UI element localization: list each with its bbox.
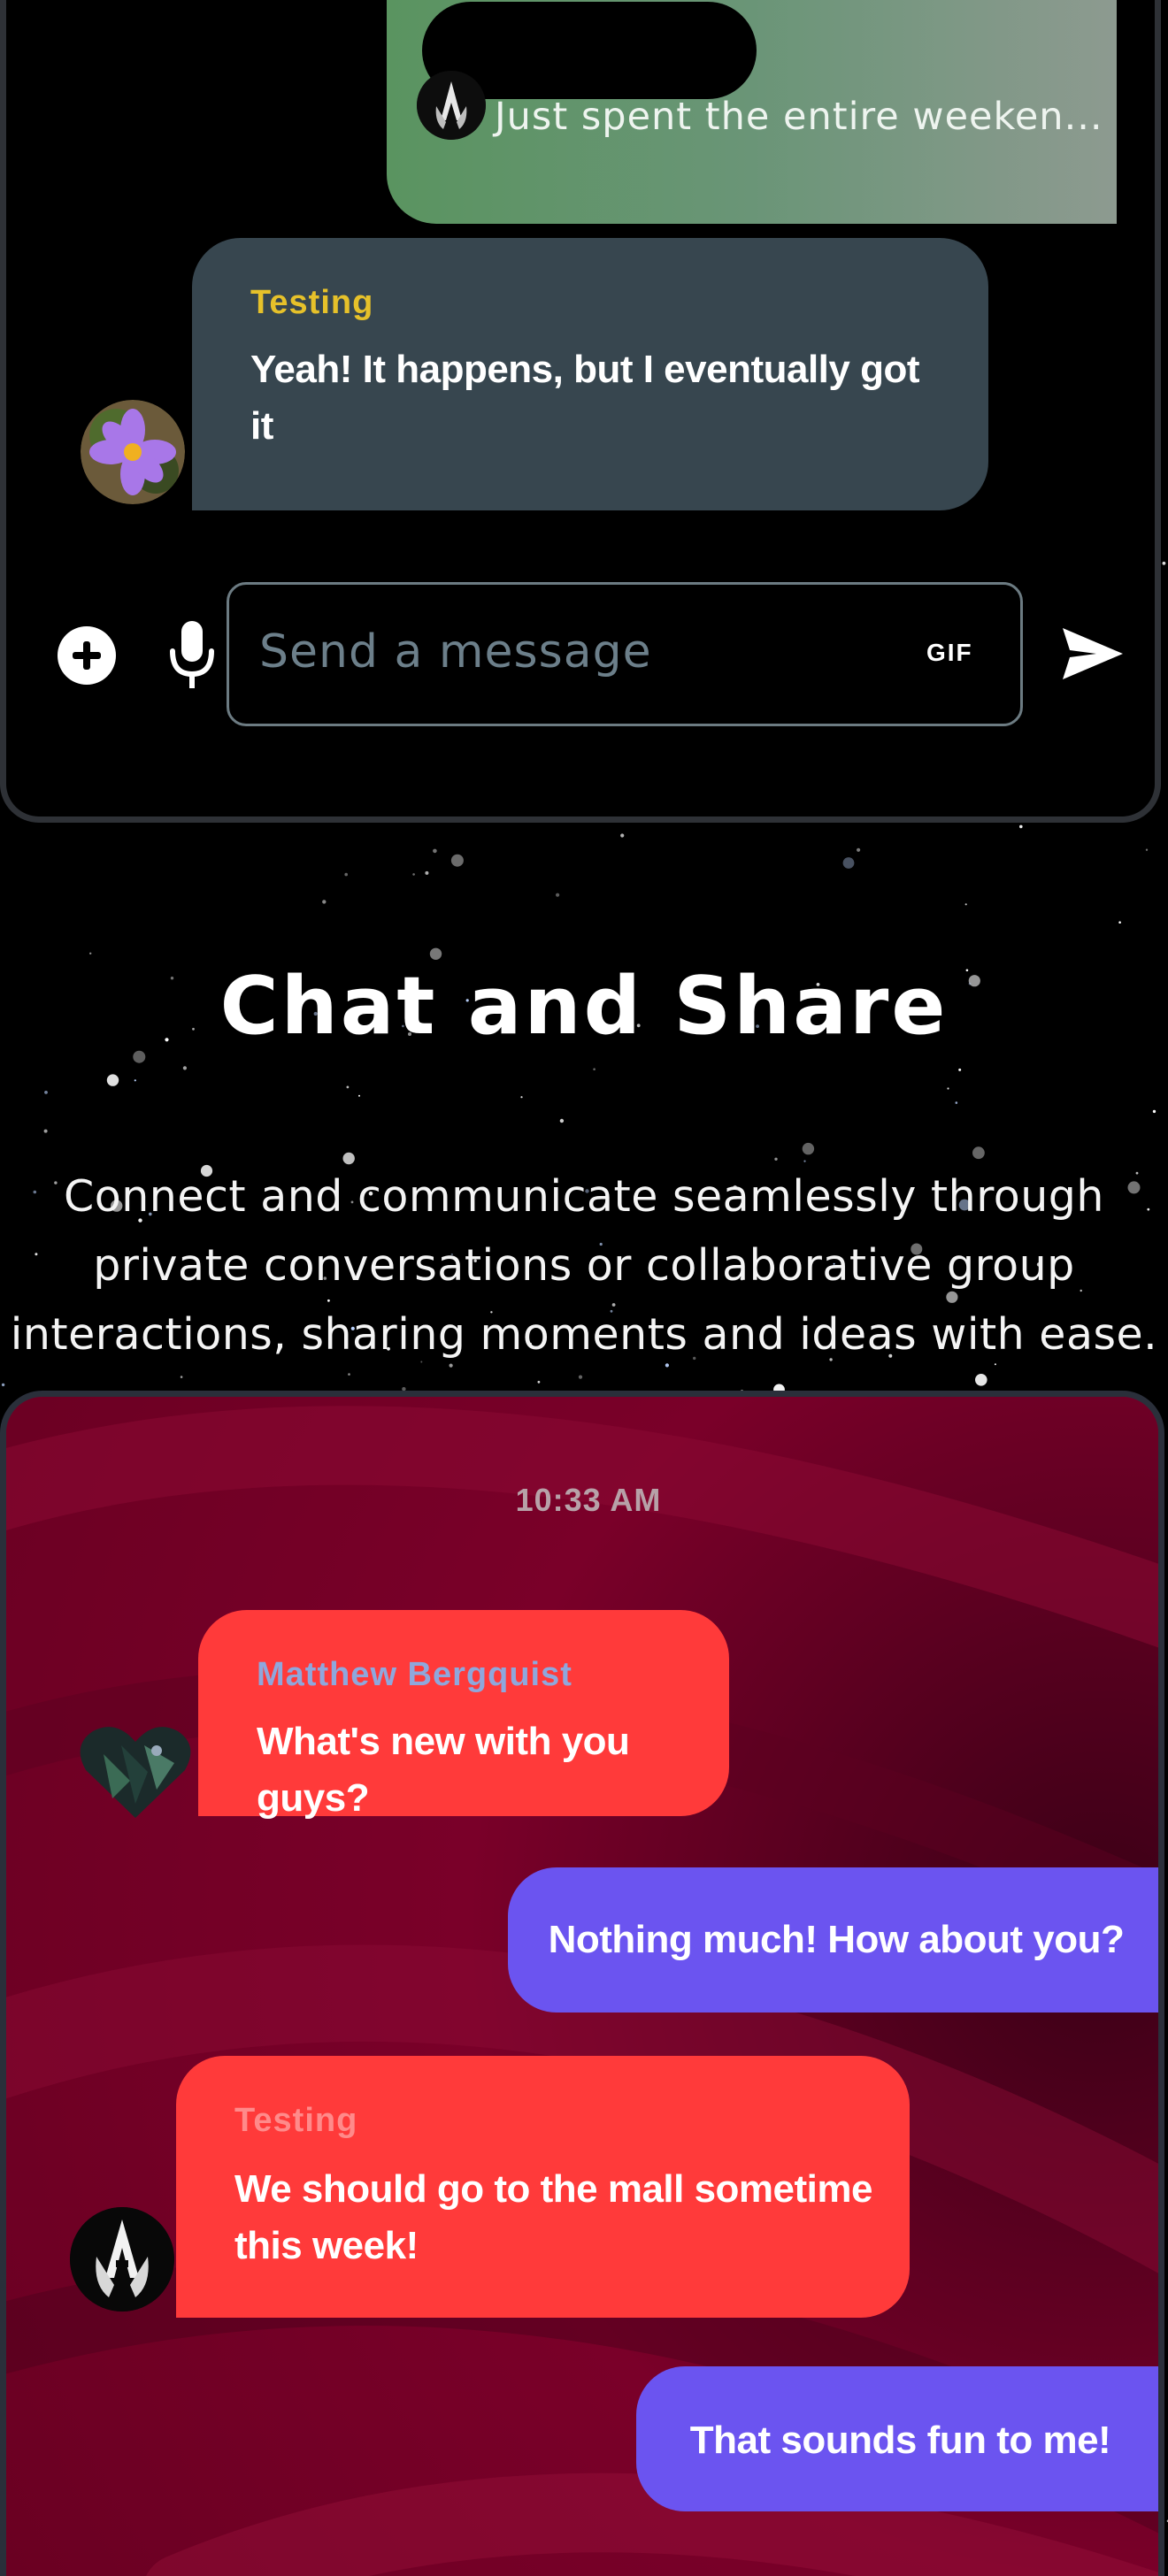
message-bubble[interactable]: Matthew Bergquist What's new with you gu… [198,1610,729,1820]
message-timestamp: 10:33 AM [515,1482,662,1518]
avatar[interactable] [70,2207,174,2312]
add-attachment-button[interactable] [56,625,118,686]
message-sender: Testing [234,2102,358,2139]
message-sender: Testing [250,284,374,321]
message-text: We should go to the mall sometime this w… [234,2167,873,2267]
send-button[interactable] [1061,625,1125,683]
send-icon [1063,628,1123,679]
shared-post-preview-text: Just spent the entire weeken... [495,95,1103,139]
shared-post-avatar [417,71,486,140]
message-text: That sounds fun to me! [689,2419,1111,2462]
section-description: Connect and communicate seamlessly throu… [10,1171,1158,1360]
message-bubble[interactable]: Testing We should go to the mall sometim… [176,2056,910,2318]
message-text: Yeah! It happens, but I eventually got i… [250,348,920,448]
avatar[interactable] [81,400,185,504]
plus-circle-icon [58,626,116,685]
message-bubble-outgoing[interactable]: That sounds fun to me! [636,2366,1158,2511]
message-input[interactable] [259,617,879,687]
message-text: Nothing much! How about you? [548,1918,1125,1961]
message-input-box[interactable] [227,582,1023,726]
avatar[interactable] [77,1719,194,1823]
message-bubble[interactable]: Testing Yeah! It happens, but I eventual… [192,238,988,510]
bottom-chat-panel: 10:33 AM Matthew Bergquist What's new wi… [0,1391,1164,2576]
message-text: What's new with you guys? [257,1720,630,1820]
microphone-icon [170,621,214,688]
section-title: Chat and Share [219,960,949,1053]
microphone-button[interactable] [165,619,219,692]
message-bubble-outgoing[interactable]: Nothing much! How about you? [508,1867,1158,2012]
top-chat-panel: Just spent the entire weeken... Testing … [0,0,1161,823]
gif-button[interactable]: GIF [926,639,973,667]
message-sender: Matthew Bergquist [257,1656,572,1693]
